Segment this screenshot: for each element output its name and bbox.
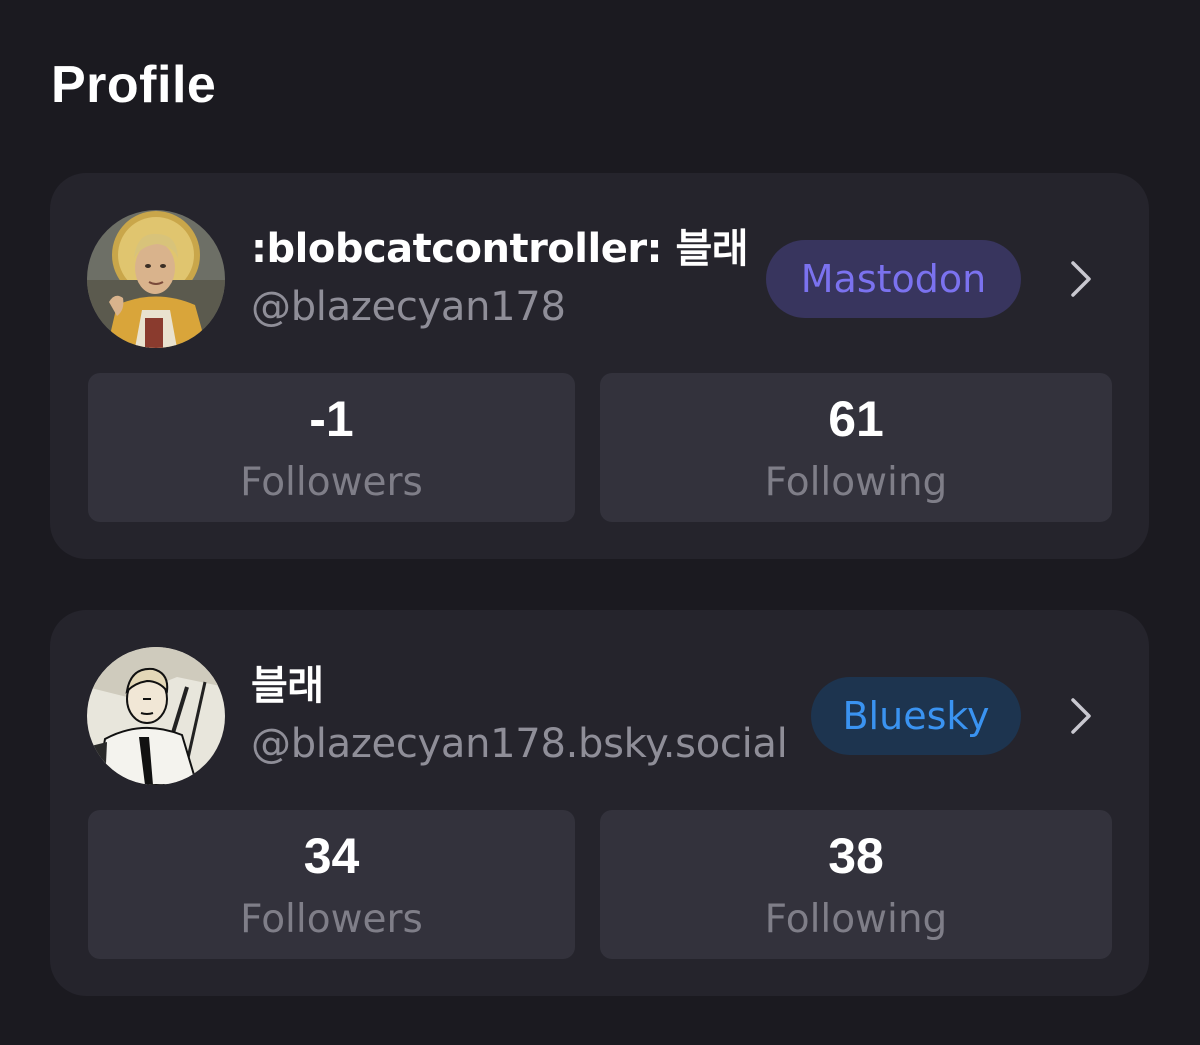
followers-count: -1 — [309, 391, 354, 447]
followers-stat[interactable]: -1 Followers — [88, 373, 575, 522]
chevron-right-icon[interactable] — [1067, 259, 1095, 299]
following-count: 61 — [828, 391, 884, 447]
following-stat[interactable]: 38 Following — [600, 810, 1112, 959]
followers-label: Followers — [240, 897, 423, 942]
avatar-haloed-man-illustration — [87, 210, 225, 348]
account-handle: @blazecyan178.bsky.social — [251, 721, 788, 767]
avatar-comic-man-illustration — [87, 647, 225, 785]
following-stat[interactable]: 61 Following — [600, 373, 1112, 522]
followers-label: Followers — [240, 460, 423, 505]
followers-count: 34 — [303, 828, 360, 884]
followers-stat[interactable]: 34 Followers — [88, 810, 575, 959]
display-name: :blobcatcontroller: 블래 — [251, 226, 749, 272]
following-label: Following — [764, 897, 948, 942]
avatar[interactable] — [87, 210, 225, 348]
following-label: Following — [764, 460, 948, 505]
account-card-mastodon[interactable]: :blobcatcontroller: 블래 @blazecyan178 Mas… — [50, 173, 1149, 559]
platform-badge-bluesky: Bluesky — [811, 677, 1021, 755]
chevron-right-icon[interactable] — [1067, 696, 1095, 736]
avatar[interactable] — [87, 647, 225, 785]
page-title: Profile — [51, 56, 217, 114]
platform-badge-mastodon: Mastodon — [766, 240, 1021, 318]
profile-screen: Profile :blobcatcontroller: 블래 @blazecya… — [0, 0, 1200, 1045]
account-card-bluesky[interactable]: 블래 @blazecyan178.bsky.social Bluesky 34 … — [50, 610, 1149, 996]
following-count: 38 — [828, 828, 884, 884]
account-handle: @blazecyan178 — [251, 284, 566, 330]
display-name: 블래 — [251, 663, 324, 709]
